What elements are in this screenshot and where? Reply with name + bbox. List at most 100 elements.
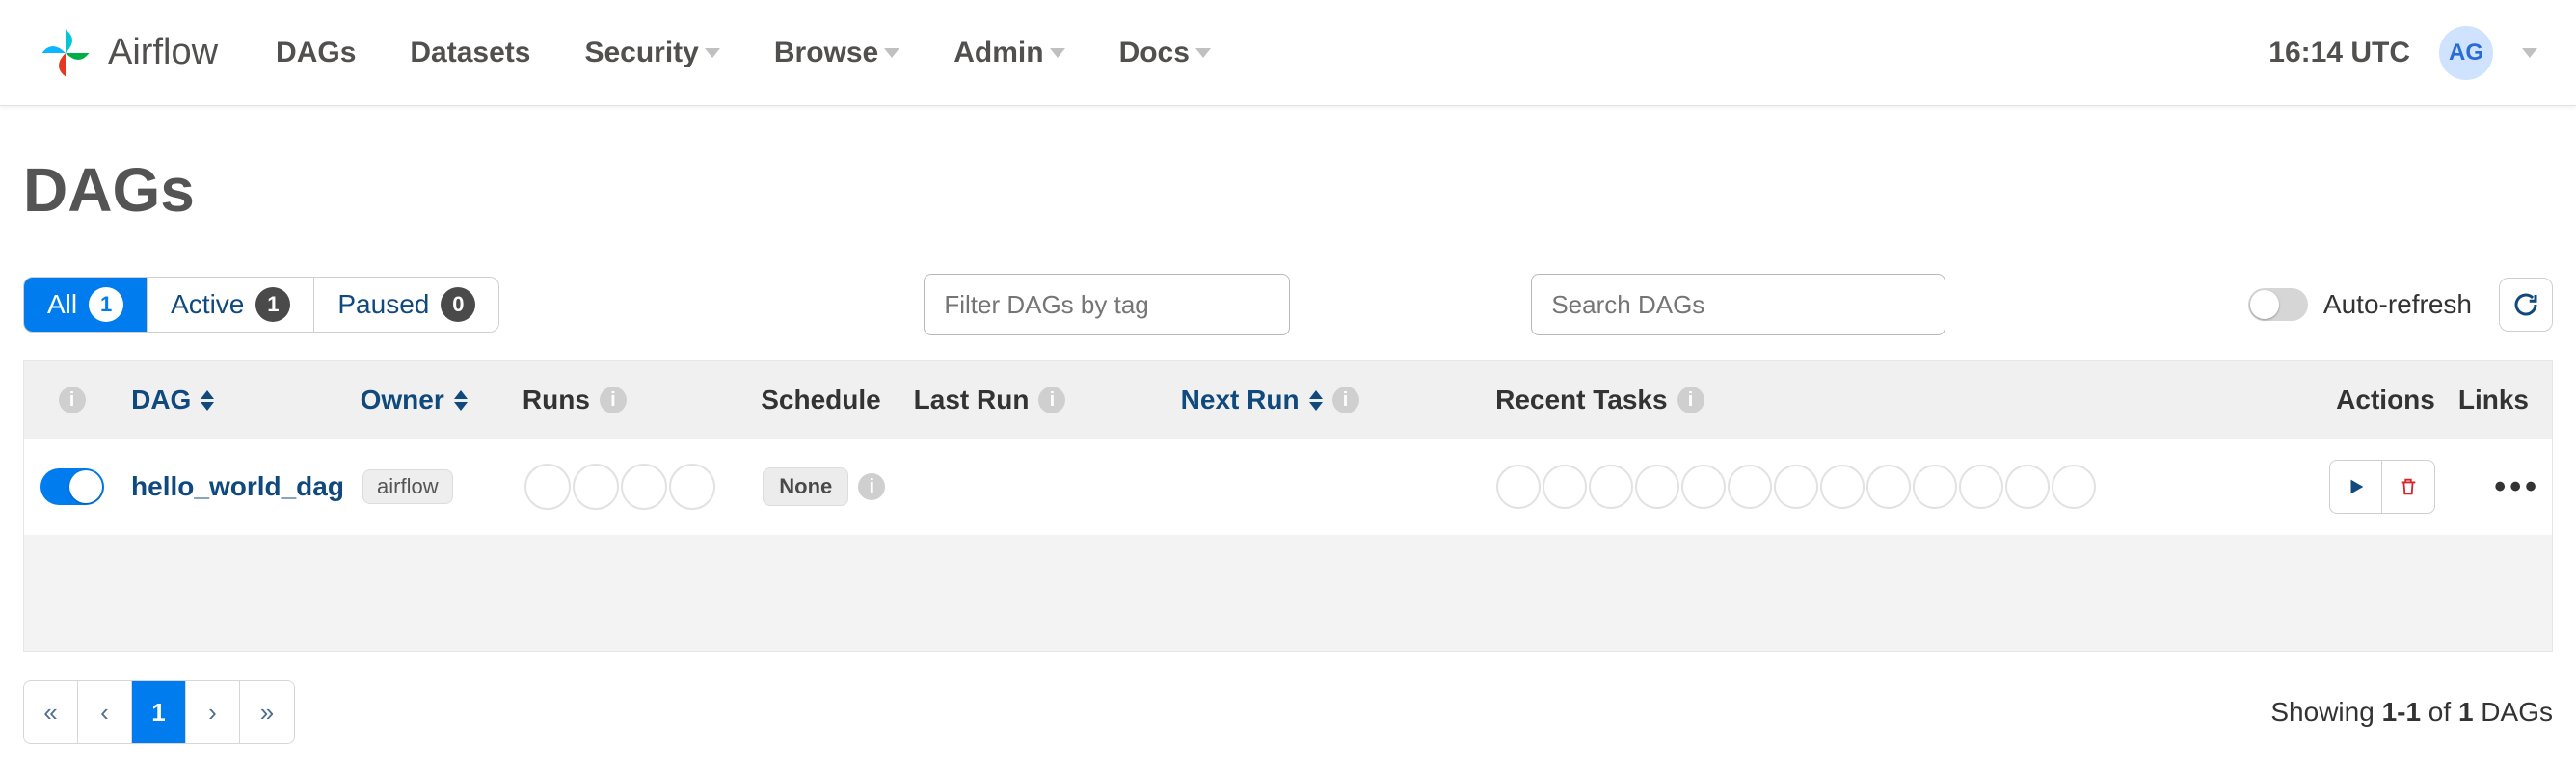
avatar[interactable]: AG [2439,26,2493,80]
status-circle[interactable] [1820,465,1865,509]
status-circle[interactable] [1681,465,1726,509]
status-circle[interactable] [2052,465,2096,509]
th-nextrun[interactable]: Next Run i [1169,385,1484,415]
status-circle[interactable] [2005,465,2050,509]
page-last[interactable]: » [240,681,294,743]
nav-links: DAGs Datasets Security Browse Admin Docs [276,37,1211,69]
nav-label: Admin [953,37,1043,69]
tab-count: 0 [441,287,475,322]
th-label: Last Run [914,385,1030,415]
nav-label: Browse [774,37,878,69]
status-circle[interactable] [1496,465,1541,509]
refresh-icon [2511,290,2540,319]
dags-table: i DAG Owner Runs i Schedule Last Run i N… [23,360,2553,652]
th-label: Actions [2336,385,2435,415]
th-runs: Runs i [511,385,749,415]
info-icon[interactable]: i [1677,386,1704,413]
showing-summary: Showing 1-1 of 1 DAGs [2270,697,2553,728]
page-body: DAGs All 1 Active 1 Paused 0 Auto-refres… [0,106,2576,773]
page-first[interactable]: « [24,681,78,743]
status-circle[interactable] [1543,465,1587,509]
status-circle[interactable] [1728,465,1772,509]
th-lastrun: Last Run i [902,385,1169,415]
info-icon[interactable]: i [59,386,86,413]
autorefresh-toggle[interactable] [2248,288,2308,321]
recent-task-circles[interactable] [1496,465,2096,509]
chevron-down-icon [705,48,720,58]
autorefresh-label: Auto-refresh [2323,289,2472,320]
row-action-group [2329,460,2435,514]
th-label: Links [2458,385,2529,415]
info-icon[interactable]: i [600,386,627,413]
info-icon[interactable]: i [858,473,885,500]
filter-tag-input[interactable] [924,274,1290,335]
nav-admin[interactable]: Admin [953,37,1064,69]
status-circle[interactable] [669,464,715,510]
schedule-chip[interactable]: None [763,467,848,506]
th-dag[interactable]: DAG [120,385,348,415]
th-label: Runs [523,385,590,415]
brand-name: Airflow [108,32,218,73]
nav-label: Security [584,37,698,69]
owner-chip[interactable]: airflow [362,469,453,504]
sort-icon [1309,390,1323,411]
status-circle[interactable] [573,464,619,510]
brand-link[interactable]: Airflow [39,26,218,80]
tab-active[interactable]: Active 1 [148,278,314,332]
th-recent: Recent Tasks i [1484,385,2284,415]
th-label: Schedule [761,385,880,415]
status-circle[interactable] [1959,465,2003,509]
chevron-down-icon [1050,48,1065,58]
nav-datasets[interactable]: Datasets [410,37,530,69]
run-status-circles[interactable] [524,464,715,510]
status-tab-group: All 1 Active 1 Paused 0 [23,277,499,333]
nav-label: Datasets [410,37,530,69]
chevron-down-icon[interactable] [2522,48,2537,58]
status-circle[interactable] [621,464,667,510]
page-number[interactable]: 1 [132,681,186,743]
clock[interactable]: 16:14 UTC [2268,37,2410,69]
page-next[interactable]: › [186,681,240,743]
chevron-down-icon [1195,48,1211,58]
nav-security[interactable]: Security [584,37,719,69]
status-circle[interactable] [1913,465,1957,509]
nav-label: DAGs [276,37,356,69]
pagination: « ‹ 1 › » [23,680,295,744]
footer-row: « ‹ 1 › » Showing 1-1 of 1 DAGs [23,680,2553,744]
nav-docs[interactable]: Docs [1119,37,1211,69]
tab-paused[interactable]: Paused 0 [314,278,498,332]
nav-right: 16:14 UTC AG [2268,26,2537,80]
status-circle[interactable] [1774,465,1818,509]
sort-icon [454,390,468,411]
status-circle[interactable] [1635,465,1679,509]
trigger-dag-button[interactable] [2330,461,2382,513]
info-icon[interactable]: i [1332,386,1359,413]
tab-all[interactable]: All 1 [24,278,148,332]
trash-icon [2398,476,2419,497]
th-label: Owner [361,385,444,415]
status-circle[interactable] [1866,465,1911,509]
refresh-button[interactable] [2499,278,2553,332]
search-dags-input[interactable] [1531,274,1945,335]
nav-dags[interactable]: DAGs [276,37,356,69]
sort-icon [201,390,214,411]
dag-id-link[interactable]: hello_world_dag [131,471,344,502]
tab-count: 1 [255,287,290,322]
table-header-row: i DAG Owner Runs i Schedule Last Run i N… [24,361,2552,439]
airflow-pinwheel-icon [39,26,93,80]
table-empty-pad [24,535,2552,651]
page-prev[interactable]: ‹ [78,681,132,743]
status-circle[interactable] [524,464,571,510]
more-links-button[interactable]: ••• [2494,468,2540,506]
dag-enable-toggle[interactable] [40,468,104,505]
info-icon[interactable]: i [1038,386,1065,413]
status-circle[interactable] [1589,465,1633,509]
tab-label: Active [171,289,244,320]
delete-dag-button[interactable] [2382,461,2434,513]
th-schedule: Schedule [749,385,901,415]
nav-browse[interactable]: Browse [774,37,899,69]
th-owner[interactable]: Owner [349,385,511,415]
th-links: Links [2447,385,2552,415]
page-title: DAGs [23,154,2553,226]
nav-label: Docs [1119,37,1190,69]
